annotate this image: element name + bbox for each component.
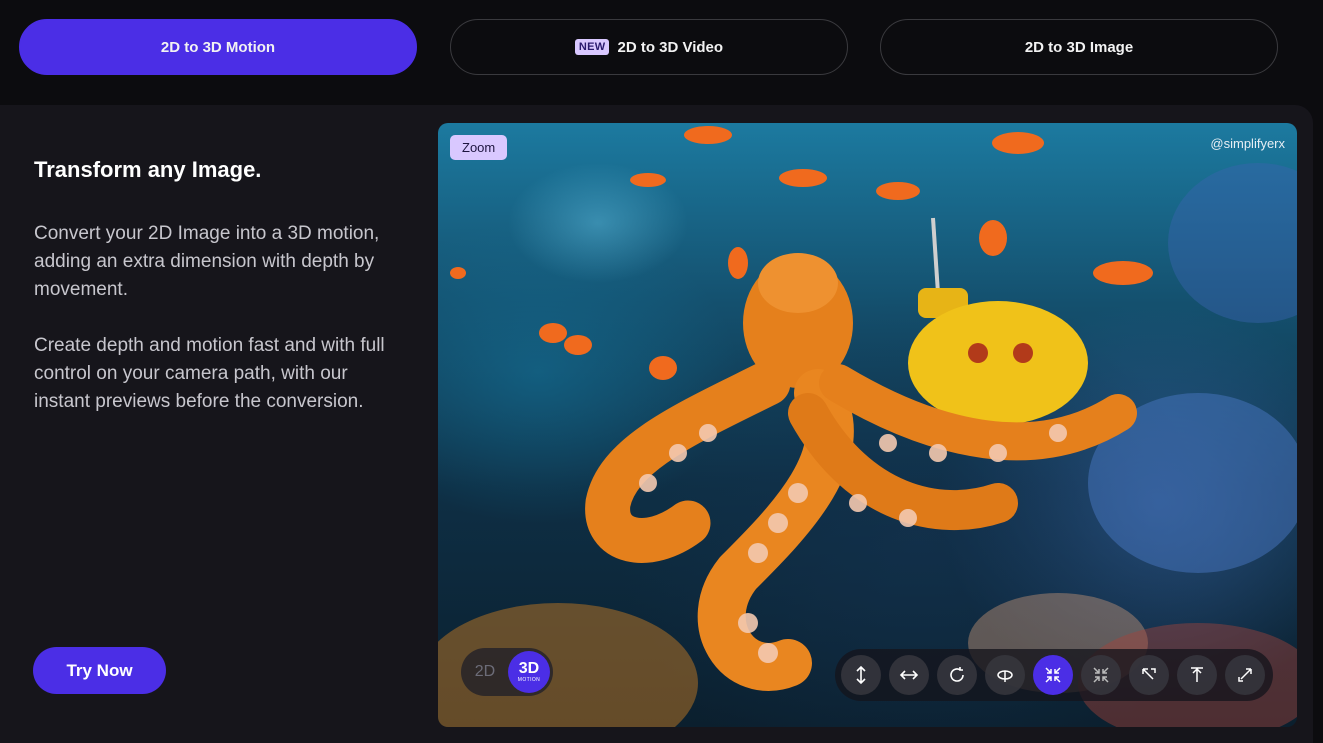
- try-now-button[interactable]: Try Now: [33, 647, 166, 694]
- dolly-center-icon: [1191, 667, 1203, 682]
- coral-decoration: [438, 163, 1297, 727]
- toggle-3d-motion: 3D MOTION: [508, 651, 550, 693]
- zoom-out-icon: [1093, 667, 1109, 683]
- description-paragraph: Create depth and motion fast and with fu…: [34, 335, 385, 412]
- zoom-in-icon: [1045, 667, 1061, 683]
- rotate-icon: [950, 667, 964, 682]
- zoom-out-button[interactable]: [1081, 655, 1121, 695]
- dimension-toggle[interactable]: 2D 3D MOTION: [461, 648, 553, 696]
- toggle-3d-label: 3D: [518, 659, 540, 677]
- mode-tabs: 2D to 3D Motion NEW 2D to 3D Video 2D to…: [19, 19, 1279, 75]
- new-badge: NEW: [574, 39, 610, 55]
- tab-2d-to-3d-motion[interactable]: 2D to 3D Motion: [19, 19, 417, 75]
- tab-label: 2D to 3D Video: [617, 38, 724, 56]
- zoom-in-button[interactable]: [1033, 655, 1073, 695]
- toggle-motion-label: MOTION: [517, 676, 541, 683]
- preview-image[interactable]: Zoom @simplifyerx 2D 3D MOTION: [438, 123, 1297, 727]
- dolly-left-button[interactable]: [1129, 655, 1169, 695]
- tab-label: 2D to 3D Image: [1024, 38, 1134, 56]
- dolly-center-button[interactable]: [1177, 655, 1217, 695]
- dolly-left-icon: [1142, 668, 1156, 680]
- tab-label: 2D to 3D Motion: [160, 38, 276, 56]
- vertical-move-button[interactable]: [841, 655, 881, 695]
- dolly-right-button[interactable]: [1225, 655, 1265, 695]
- horizontal-move-button[interactable]: [889, 655, 929, 695]
- tab-2d-to-3d-image[interactable]: 2D to 3D Image: [880, 19, 1278, 75]
- horizontal-move-icon: [899, 670, 919, 680]
- description-paragraph: Convert your 2D Image into a 3D motion, …: [34, 223, 380, 300]
- section-heading: Transform any Image.: [34, 157, 262, 182]
- tab-2d-to-3d-video[interactable]: NEW 2D to 3D Video: [450, 19, 848, 75]
- preview-artwork: [438, 126, 1297, 727]
- rotate-button[interactable]: [937, 655, 977, 695]
- dolly-right-icon: [1238, 668, 1252, 682]
- vertical-move-icon: [856, 665, 866, 685]
- orbit-button[interactable]: [985, 655, 1025, 695]
- toggle-2d-label: 2D: [474, 663, 496, 680]
- zoom-button[interactable]: Zoom: [450, 135, 508, 160]
- watermark: @simplifyerx: [1210, 136, 1285, 151]
- orbit-icon: [997, 670, 1013, 682]
- camera-path-controls: [835, 649, 1273, 701]
